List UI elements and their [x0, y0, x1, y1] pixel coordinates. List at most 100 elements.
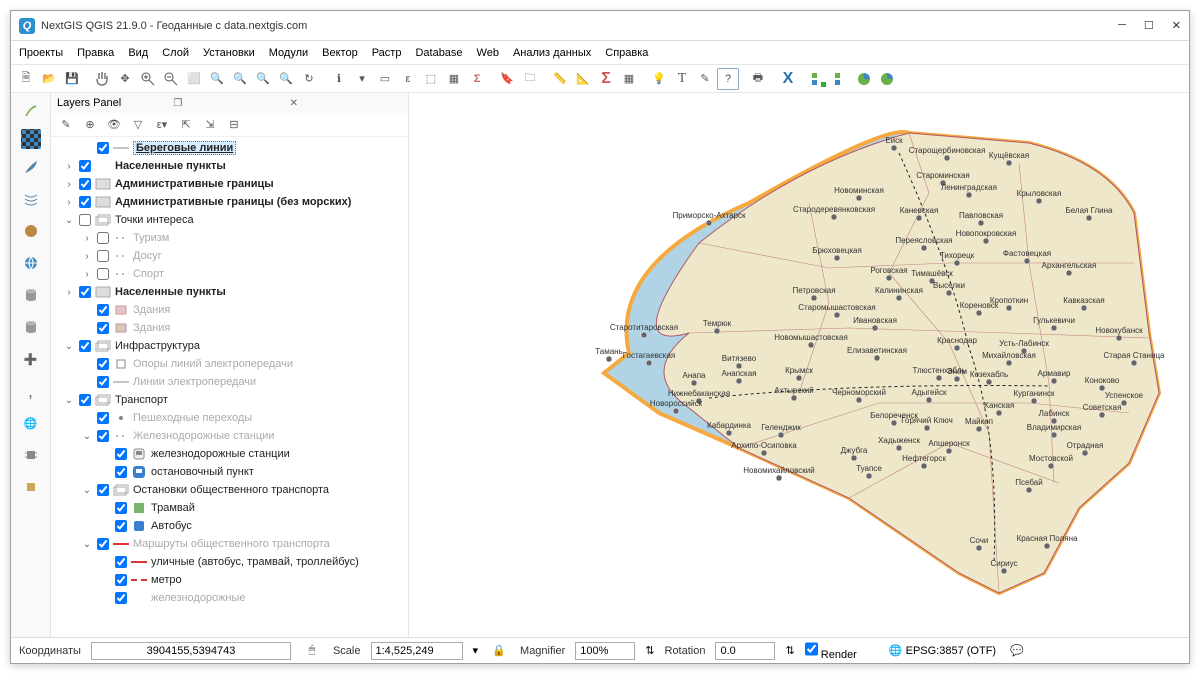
expand-icon[interactable]: ⇱ [175, 114, 197, 136]
layer-row[interactable]: Опоры линий электропередачи [53, 355, 406, 373]
menu-вектор[interactable]: Вектор [322, 47, 358, 59]
menu-анализ данных[interactable]: Анализ данных [513, 47, 591, 59]
layer-checkbox[interactable] [97, 358, 109, 370]
expander-icon[interactable]: › [63, 179, 75, 190]
layer-row[interactable]: уличные (автобус, трамвай, троллейбус) [53, 553, 406, 571]
open-project-icon[interactable]: 📂 [38, 68, 60, 90]
mag-stepper-icon[interactable]: ⇅ [645, 644, 654, 657]
layer-row[interactable]: ›Досуг [53, 247, 406, 265]
layer-checkbox[interactable] [115, 502, 127, 514]
annotation-icon[interactable]: ✎ [694, 68, 716, 90]
layer-row[interactable]: Береговые линии [53, 139, 406, 157]
collapse-icon[interactable]: ⇲ [199, 114, 221, 136]
chip-icon[interactable] [17, 441, 45, 469]
layer-row[interactable]: ›Спорт [53, 265, 406, 283]
layer-checkbox[interactable] [97, 268, 109, 280]
render-checkbox-label[interactable]: Render [805, 640, 857, 661]
plugin-x-icon[interactable]: X [777, 68, 799, 90]
layer-row[interactable]: ›Административные границы (без морских) [53, 193, 406, 211]
layer-checkbox[interactable] [79, 214, 91, 226]
layer-row[interactable]: Автобус [53, 517, 406, 535]
menu-справка[interactable]: Справка [605, 47, 648, 59]
layer-row[interactable]: Здания [53, 301, 406, 319]
layer-checkbox[interactable] [97, 412, 109, 424]
layer-checkbox[interactable] [115, 448, 127, 460]
scale-dropdown-icon[interactable]: ▾ [473, 644, 479, 657]
pan-selection-icon[interactable]: ✥ [114, 68, 136, 90]
database-icon[interactable] [17, 281, 45, 309]
layer-row[interactable]: ⌄Транспорт [53, 391, 406, 409]
style-icon[interactable]: ✎ [55, 114, 77, 136]
layer-checkbox[interactable] [97, 250, 109, 262]
layers-panel-header[interactable]: Layers Panel ❐ ✕ [51, 93, 408, 113]
expander-icon[interactable]: ⌄ [63, 341, 75, 352]
layer-row[interactable]: ⌄Точки интереса [53, 211, 406, 229]
layer-row[interactable]: ⌄Остановки общественного транспорта [53, 481, 406, 499]
menu-вид[interactable]: Вид [128, 47, 148, 59]
ruler-icon[interactable]: ▦ [618, 68, 640, 90]
layer-checkbox[interactable] [79, 178, 91, 190]
maximize-button[interactable]: ☐ [1144, 19, 1154, 32]
add-group-icon[interactable]: ⊕ [79, 114, 101, 136]
feather-icon[interactable] [17, 153, 45, 181]
map-text-icon[interactable]: T [671, 68, 693, 90]
layer-row[interactable]: Пешеходные переходы [53, 409, 406, 427]
identify-icon[interactable]: ℹ [328, 68, 350, 90]
layer-checkbox[interactable] [79, 160, 91, 172]
layer-checkbox[interactable] [97, 538, 109, 550]
layer-row[interactable]: Здания [53, 319, 406, 337]
expander-icon[interactable]: ⌄ [63, 395, 75, 406]
globe-db-icon[interactable]: 🌐 [17, 409, 45, 437]
layer-checkbox[interactable] [97, 304, 109, 316]
deselect-icon[interactable]: ⬚ [420, 68, 442, 90]
rot-stepper-icon[interactable]: ⇅ [785, 644, 794, 657]
layer-checkbox[interactable] [97, 142, 109, 154]
layer-row[interactable]: Трамвай [53, 499, 406, 517]
layer-checkbox[interactable] [97, 484, 109, 496]
filter-icon[interactable]: ▽ [127, 114, 149, 136]
zoom-next-icon[interactable]: 🔍 [275, 68, 297, 90]
database2-icon[interactable] [17, 313, 45, 341]
layer-checkbox[interactable] [115, 556, 127, 568]
menu-правка[interactable]: Правка [77, 47, 114, 59]
layer-checkbox[interactable] [115, 574, 127, 586]
expander-icon[interactable]: ⌄ [63, 215, 75, 226]
help-icon[interactable]: ? [717, 68, 739, 90]
close-button[interactable]: ✕ [1172, 19, 1181, 32]
layer-row[interactable]: остановочный пункт [53, 463, 406, 481]
vector-file-icon[interactable] [17, 97, 45, 125]
menu-слой[interactable]: Слой [162, 47, 189, 59]
menu-проекты[interactable]: Проекты [19, 47, 63, 59]
layer-checkbox[interactable] [97, 376, 109, 388]
layer-row[interactable]: ›Населенные пункты [53, 283, 406, 301]
layer-checkbox[interactable] [97, 232, 109, 244]
layer-tree[interactable]: Береговые линии ›Населенные пункты ›Админи… [51, 137, 408, 637]
map-canvas[interactable]: ЕйскСтарощербиновскаяКущёвскаяСтароминск… [409, 93, 1189, 637]
calc-icon[interactable]: Σ [466, 68, 488, 90]
mesh-icon[interactable] [17, 185, 45, 213]
select-icon[interactable]: ▭ [374, 68, 396, 90]
layer-checkbox[interactable] [79, 394, 91, 406]
nextgis-tool1-icon[interactable] [853, 68, 875, 90]
coord-input[interactable] [91, 642, 291, 660]
chip2-icon[interactable] [17, 473, 45, 501]
tips-icon[interactable]: 💡 [648, 68, 670, 90]
select-expr-icon[interactable]: ε [397, 68, 419, 90]
expander-icon[interactable]: ⌄ [81, 431, 93, 442]
remove-icon[interactable]: ⊟ [223, 114, 245, 136]
nextgis-tool2-icon[interactable] [876, 68, 898, 90]
nextgis-add-icon[interactable] [807, 68, 829, 90]
expander-icon[interactable]: › [81, 251, 93, 262]
bookmark-icon[interactable]: 🔖 [496, 68, 518, 90]
refresh-icon[interactable]: ↻ [298, 68, 320, 90]
new-project-icon[interactable]: 🗎 [15, 68, 37, 90]
save-project-icon[interactable]: 💾 [61, 68, 83, 90]
layer-checkbox[interactable] [79, 340, 91, 352]
zoom-full-icon[interactable]: ⬜ [183, 68, 205, 90]
layer-row[interactable]: ⌄Маршруты общественного транспорта [53, 535, 406, 553]
expander-icon[interactable]: › [63, 287, 75, 298]
layer-row[interactable]: железнодорожные [53, 589, 406, 607]
scale-input[interactable] [371, 642, 463, 660]
zoom-layer-icon[interactable]: 🔍 [229, 68, 251, 90]
expander-icon[interactable]: › [63, 197, 75, 208]
